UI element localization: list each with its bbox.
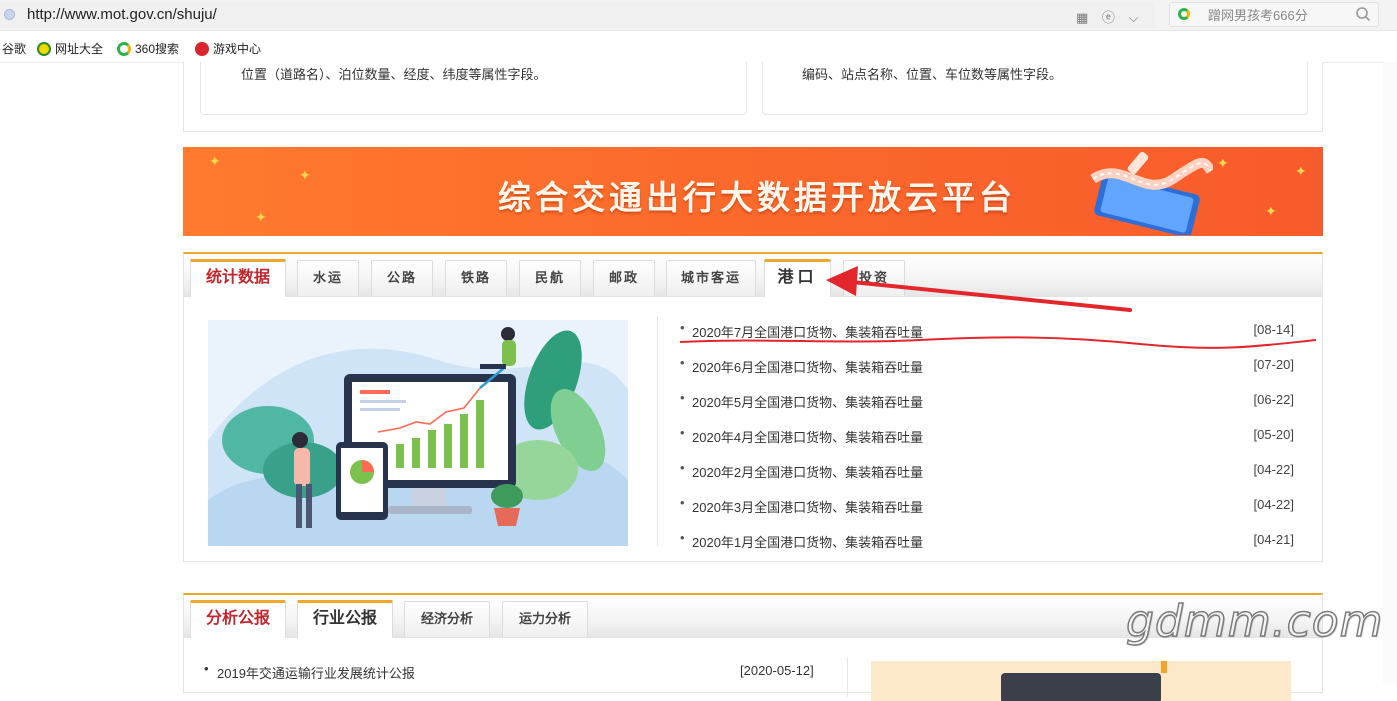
list-item[interactable]: • 2020年3月全国港口货物、集装箱吞吐量 [04-22] xyxy=(678,495,1294,515)
sparkle-icon: ✦ xyxy=(299,167,311,183)
url-text[interactable]: http://www.mot.gov.cn/shuju/ xyxy=(27,6,217,23)
tab-investment[interactable]: 投资 xyxy=(843,260,905,296)
tab-economic-analysis[interactable]: 经济分析 xyxy=(404,601,490,637)
watermark: gdmm.com xyxy=(1125,595,1384,648)
ie-mode-icon[interactable]: ⓔ xyxy=(1102,7,1115,26)
bullet-icon: • xyxy=(680,355,685,370)
news-date: [04-22] xyxy=(1253,497,1294,512)
divider xyxy=(847,657,848,697)
bookmark-google[interactable]: 谷歌 xyxy=(2,40,26,57)
plus-icon xyxy=(37,42,51,56)
dataset-desc-right: 编码、站点名称、位置、车位数等属性字段。 xyxy=(802,67,1063,82)
tab-civil-aviation[interactable]: 民航 xyxy=(519,260,581,296)
news-title[interactable]: 2020年5月全国港口货物、集装箱吞吐量 xyxy=(692,392,923,411)
list-item[interactable]: • 2020年5月全国港口货物、集装箱吞吐量 [06-22] xyxy=(678,390,1294,410)
tab-analysis-bulletin[interactable]: 分析公报 xyxy=(190,600,286,638)
bulletin-thumbnail[interactable] xyxy=(871,661,1291,701)
360-logo-icon xyxy=(117,42,131,56)
tab-highway[interactable]: 公路 xyxy=(371,260,433,296)
dataset-card-right[interactable]: 编码、站点名称、位置、车位数等属性字段。 xyxy=(762,62,1308,115)
search-input[interactable] xyxy=(1208,5,1348,25)
qr-code-icon[interactable]: ▦ xyxy=(1076,10,1088,26)
url-field[interactable]: http://www.mot.gov.cn/shuju/ ▦ ⓔ ⌵ xyxy=(0,2,1155,28)
list-item[interactable]: • 2020年1月全国港口货物、集装箱吞吐量 [04-21] xyxy=(678,530,1294,550)
dataset-card-left[interactable]: 位置（道路名）、泊位数量、经度、纬度等属性字段。 xyxy=(200,62,747,115)
sparkle-icon: ✦ xyxy=(255,209,267,225)
address-bar: http://www.mot.gov.cn/shuju/ ▦ ⓔ ⌵ xyxy=(0,0,1397,31)
360-search-logo-icon xyxy=(1178,8,1190,20)
chevron-down-icon[interactable]: ⌵ xyxy=(1129,10,1139,26)
bullet-icon: • xyxy=(680,425,685,440)
bullet-icon: • xyxy=(680,495,685,510)
tab-postal[interactable]: 邮政 xyxy=(593,260,655,296)
news-date: [05-20] xyxy=(1253,427,1294,442)
news-title[interactable]: 2020年7月全国港口货物、集装箱吞吐量 xyxy=(692,322,923,341)
bullet-icon: • xyxy=(204,661,209,676)
list-item[interactable]: • 2020年6月全国港口货物、集装箱吞吐量 [07-20] xyxy=(678,355,1294,375)
bookmark-url-directory[interactable]: 网址大全 xyxy=(37,40,103,57)
scrollbar[interactable] xyxy=(1383,62,1397,684)
bullet-icon: • xyxy=(680,530,685,545)
bookmark-game-center[interactable]: 游戏中心 xyxy=(195,40,261,57)
news-date: [04-22] xyxy=(1253,462,1294,477)
statistics-tabbar: 统计数据 水运 公路 铁路 民航 邮政 城市客运 港口 投资 xyxy=(184,254,1322,297)
bullet-icon: • xyxy=(680,320,685,335)
list-item[interactable]: • 2020年2月全国港口货物、集装箱吞吐量 [04-22] xyxy=(678,460,1294,480)
list-item[interactable]: • 2020年4月全国港口货物、集装箱吞吐量 [05-20] xyxy=(678,425,1294,445)
news-title[interactable]: 2020年2月全国港口货物、集装箱吞吐量 xyxy=(692,462,923,481)
search-box[interactable] xyxy=(1169,2,1379,27)
address-bar-actions: ▦ ⓔ ⌵ xyxy=(1076,7,1148,26)
game-center-icon xyxy=(195,42,209,56)
news-title[interactable]: 2020年4月全国港口货物、集装箱吞吐量 xyxy=(692,427,923,446)
bulletin-date: [2020-05-12] xyxy=(740,663,814,678)
bulletin-title[interactable]: 2019年交通运输行业发展统计公报 xyxy=(217,663,415,682)
news-date: [08-14] xyxy=(1253,322,1294,337)
tab-capacity-analysis[interactable]: 运力分析 xyxy=(502,601,588,637)
sparkle-icon: ✦ xyxy=(1265,203,1277,219)
tab-waterway[interactable]: 水运 xyxy=(297,260,359,296)
tab-port[interactable]: 港口 xyxy=(764,259,831,297)
data-analysis-illustration xyxy=(208,320,628,546)
statistics-section: 统计数据 水运 公路 铁路 民航 邮政 城市客运 港口 投资 • 2020年7月… xyxy=(183,252,1323,562)
news-date: [06-22] xyxy=(1253,392,1294,407)
bullet-icon: • xyxy=(680,460,685,475)
search-icon[interactable] xyxy=(1355,6,1371,22)
bookmarks-bar: 谷歌 网址大全 360搜索 游戏中心 xyxy=(0,31,1397,63)
divider xyxy=(657,316,658,546)
banner-title: 综合交通出行大数据开放云平台 xyxy=(498,178,1016,217)
dataset-panel: 位置（道路名）、泊位数量、经度、纬度等属性字段。 编码、站点名称、位置、车位数等… xyxy=(183,62,1323,132)
bullet-icon: • xyxy=(680,390,685,405)
tab-urban-transit[interactable]: 城市客运 xyxy=(666,260,756,296)
dataset-desc-left: 位置（道路名）、泊位数量、经度、纬度等属性字段。 xyxy=(241,67,547,82)
globe-icon xyxy=(4,9,15,20)
news-title[interactable]: 2020年6月全国港口货物、集装箱吞吐量 xyxy=(692,357,923,376)
tab-railway[interactable]: 铁路 xyxy=(445,260,507,296)
phone-road-icon xyxy=(1090,151,1213,235)
bookmark-360-search[interactable]: 360搜索 xyxy=(117,40,179,57)
open-cloud-platform-banner[interactable]: ✦ ✦ ✦ ✦ ✦ ✦ 综合交通出行大数据开放云平台 xyxy=(183,147,1323,236)
news-date: [07-20] xyxy=(1253,357,1294,372)
news-date: [04-21] xyxy=(1253,532,1294,547)
tab-statistics[interactable]: 统计数据 xyxy=(190,259,286,297)
tab-industry-bulletin[interactable]: 行业公报 xyxy=(297,600,393,638)
list-item[interactable]: • 2020年7月全国港口货物、集装箱吞吐量 [08-14] xyxy=(678,320,1294,340)
sparkle-icon: ✦ xyxy=(1217,155,1229,171)
news-title[interactable]: 2020年3月全国港口货物、集装箱吞吐量 xyxy=(692,497,923,516)
news-title[interactable]: 2020年1月全国港口货物、集装箱吞吐量 xyxy=(692,532,923,551)
sparkle-icon: ✦ xyxy=(209,153,221,169)
sparkle-icon: ✦ xyxy=(1295,163,1307,179)
